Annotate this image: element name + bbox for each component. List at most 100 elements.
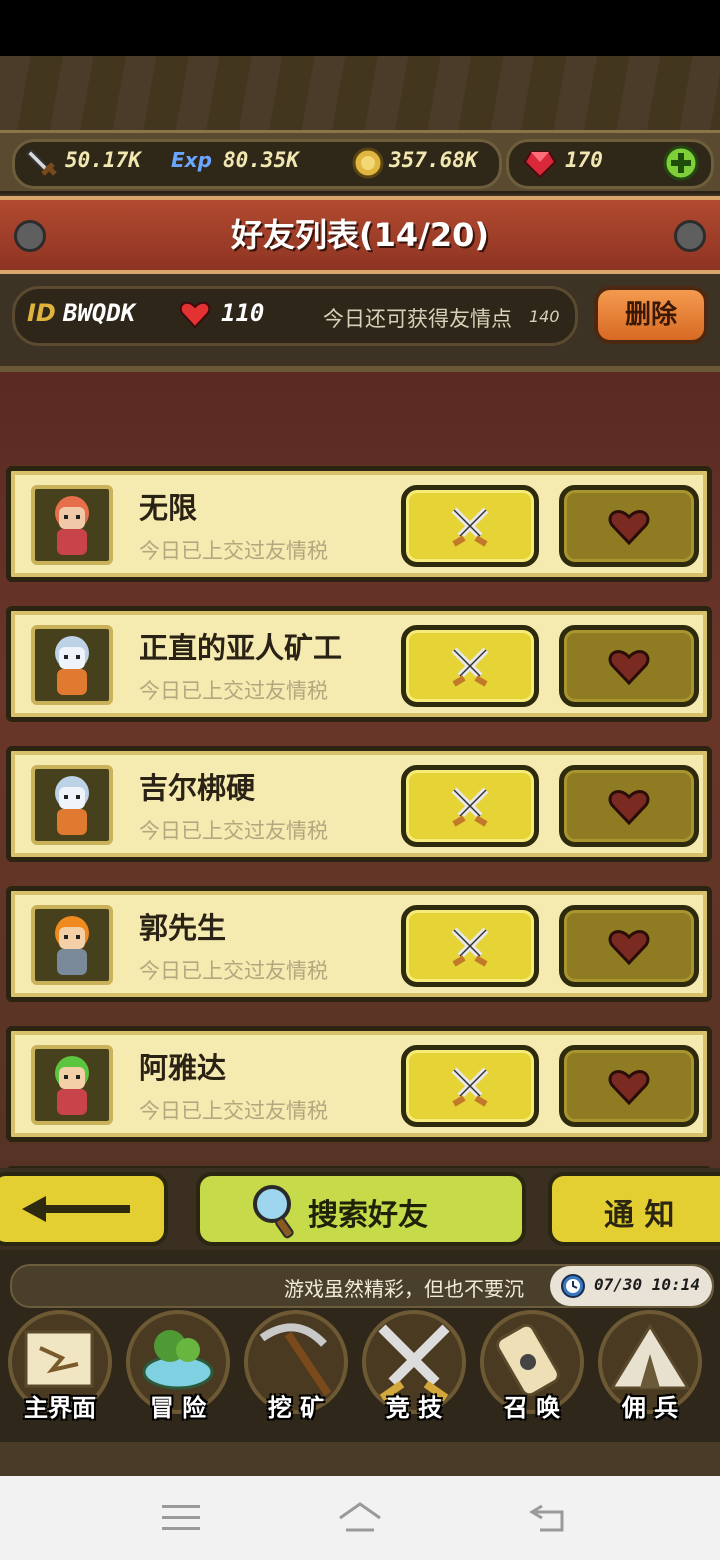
menu-summon[interactable]: 召 唤 xyxy=(474,1310,590,1430)
friend-avatar[interactable] xyxy=(31,905,113,985)
system-nav-bar xyxy=(0,1476,720,1560)
back-nav-icon[interactable] xyxy=(528,1500,568,1536)
title-bar: 好友列表(14/20) xyxy=(0,196,720,274)
add-gems-icon[interactable] xyxy=(663,145,699,181)
friend-status: 今日已上交过友情税 xyxy=(139,959,328,983)
friend-row[interactable]: 阿雅达今日已上交过友情税 xyxy=(6,1026,712,1142)
crossed-swords-icon xyxy=(406,910,534,982)
friend-avatar[interactable] xyxy=(31,485,113,565)
friend-avatar[interactable] xyxy=(31,1045,113,1125)
send-heart-button[interactable] xyxy=(559,625,699,707)
friend-name: 无限 xyxy=(139,491,198,525)
page-title: 好友列表(14/20) xyxy=(230,216,489,254)
friend-row[interactable]: 无限今日已上交过友情税 xyxy=(6,466,712,582)
menu-main-label: 主界面 xyxy=(24,1394,96,1422)
heart-icon xyxy=(179,301,211,329)
ruby-icon xyxy=(523,151,557,179)
challenge-button[interactable] xyxy=(401,625,539,707)
challenge-button[interactable] xyxy=(401,765,539,847)
sword-icon xyxy=(25,148,57,176)
heart-icon xyxy=(564,770,694,842)
avatar-red-icon xyxy=(55,496,89,555)
menu-icon[interactable] xyxy=(162,1502,200,1534)
friend-status: 今日已上交过友情税 xyxy=(139,1099,328,1123)
friend-name: 正直的亚人矿工 xyxy=(139,631,343,665)
heart-count: 110 xyxy=(221,299,265,327)
menu-arena[interactable]: 竞 技 xyxy=(356,1310,472,1430)
friend-avatar[interactable] xyxy=(31,765,113,845)
challenge-button[interactable] xyxy=(401,905,539,987)
menu-summon-label: 召 唤 xyxy=(503,1394,561,1422)
clock-panel: 07/30 10:14 xyxy=(550,1266,712,1306)
game-screen: 50.17K Exp 80.35K 357.68K 170 好友列表(14/20… xyxy=(0,56,720,1476)
arrow-left-icon xyxy=(22,1196,130,1222)
friend-row[interactable]: 郭先生今日已上交过友情税 xyxy=(6,886,712,1002)
bottom-floor xyxy=(0,1442,720,1476)
gem-value: 170 xyxy=(565,148,603,172)
menu-arena-label: 竞 技 xyxy=(385,1394,443,1422)
avatar-green-icon xyxy=(55,1056,89,1115)
heart-icon xyxy=(564,630,694,702)
status-bar xyxy=(0,0,720,56)
search-friends-label: 搜索好友 xyxy=(308,1198,428,1233)
friend-status: 今日已上交过友情税 xyxy=(139,819,328,843)
menu-adventure[interactable]: 冒 险 xyxy=(120,1310,236,1430)
list-nav-bar: 搜索好友 通 知 xyxy=(0,1168,720,1250)
currency-panel: 50.17K Exp 80.35K 357.68K xyxy=(12,139,502,189)
friend-name: 吉尔梆硬 xyxy=(139,771,256,805)
player-id: BWQDK xyxy=(63,299,136,327)
news-ticker: 游戏虽然精彩，但也不要沉 07/30 10:14 xyxy=(10,1264,714,1308)
magnifier-icon xyxy=(253,1185,294,1239)
gold-value: 357.68K xyxy=(389,148,478,172)
ticker-text: 游戏虽然精彩，但也不要沉 xyxy=(284,1277,524,1301)
resource-bar: 50.17K Exp 80.35K 357.68K 170 xyxy=(0,130,720,194)
heart-icon xyxy=(564,490,694,562)
crossed-swords-icon xyxy=(406,770,534,842)
notify-button[interactable]: 通 知 xyxy=(548,1172,720,1246)
id-label: ID xyxy=(27,299,56,327)
friend-avatar[interactable] xyxy=(31,625,113,705)
crossed-swords-icon xyxy=(406,1050,534,1122)
top-decoration xyxy=(0,56,720,137)
friendship-remaining-label: 今日还可获得友情点 xyxy=(323,307,512,331)
avatar-bear-icon xyxy=(55,776,89,835)
attack-value: 50.17K xyxy=(65,148,141,172)
friend-list[interactable]: 无限 今日已上交过友情税 正直的亚人矿工 今日已上交过友情税 吉尔梆硬 今日已上交过友情税… xyxy=(0,366,720,1282)
send-heart-button[interactable] xyxy=(559,485,699,567)
player-info-strip: ID BWQDK 110 今日还可获得友情点 140 删除 xyxy=(0,274,720,358)
exp-value: 80.35K xyxy=(223,148,299,172)
back-button[interactable] xyxy=(0,1172,168,1246)
challenge-button[interactable] xyxy=(401,1045,539,1127)
clock-icon xyxy=(561,1274,585,1298)
gold-coin-icon xyxy=(352,147,384,179)
clock-datetime: 07/30 10:14 xyxy=(594,1275,700,1294)
gem-panel: 170 xyxy=(506,139,714,189)
avatar-bear-icon xyxy=(55,636,89,695)
avatar-orange-icon xyxy=(55,916,89,975)
notify-label: 通 知 xyxy=(604,1198,675,1233)
friend-row[interactable]: 吉尔梆硬今日已上交过友情税 xyxy=(6,746,712,862)
bottom-menu-area: 游戏虽然精彩，但也不要沉 07/30 10:14 主界面 冒 险 挖 矿 竞 技… xyxy=(0,1250,720,1476)
menu-mercenary[interactable]: 佣 兵 xyxy=(592,1310,708,1430)
send-heart-button[interactable] xyxy=(559,765,699,847)
menu-mining[interactable]: 挖 矿 xyxy=(238,1310,354,1430)
menu-main[interactable]: 主界面 xyxy=(2,1310,118,1430)
search-friends-button[interactable]: 搜索好友 xyxy=(196,1172,526,1246)
menu-mining-label: 挖 矿 xyxy=(267,1394,325,1422)
friend-name: 阿雅达 xyxy=(139,1051,227,1085)
exp-icon: Exp xyxy=(171,148,212,172)
friend-row[interactable]: 正直的亚人矿工 今日已上交过友情税 xyxy=(6,606,712,722)
delete-button[interactable]: 删除 xyxy=(594,286,708,344)
crossed-swords-icon xyxy=(406,630,534,702)
challenge-button[interactable] xyxy=(401,485,539,567)
heart-icon xyxy=(564,1050,694,1122)
friendship-remaining-value: 140 xyxy=(529,307,560,326)
send-heart-button[interactable] xyxy=(559,905,699,987)
friend-name: 郭先生 xyxy=(139,911,227,945)
heart-icon xyxy=(564,910,694,982)
friend-status: 今日已上交过友情税 xyxy=(139,539,328,563)
menu-adventure-label: 冒 险 xyxy=(149,1394,207,1422)
bolt-right-icon xyxy=(674,220,706,252)
send-heart-button[interactable] xyxy=(559,1045,699,1127)
home-icon[interactable] xyxy=(336,1500,384,1536)
